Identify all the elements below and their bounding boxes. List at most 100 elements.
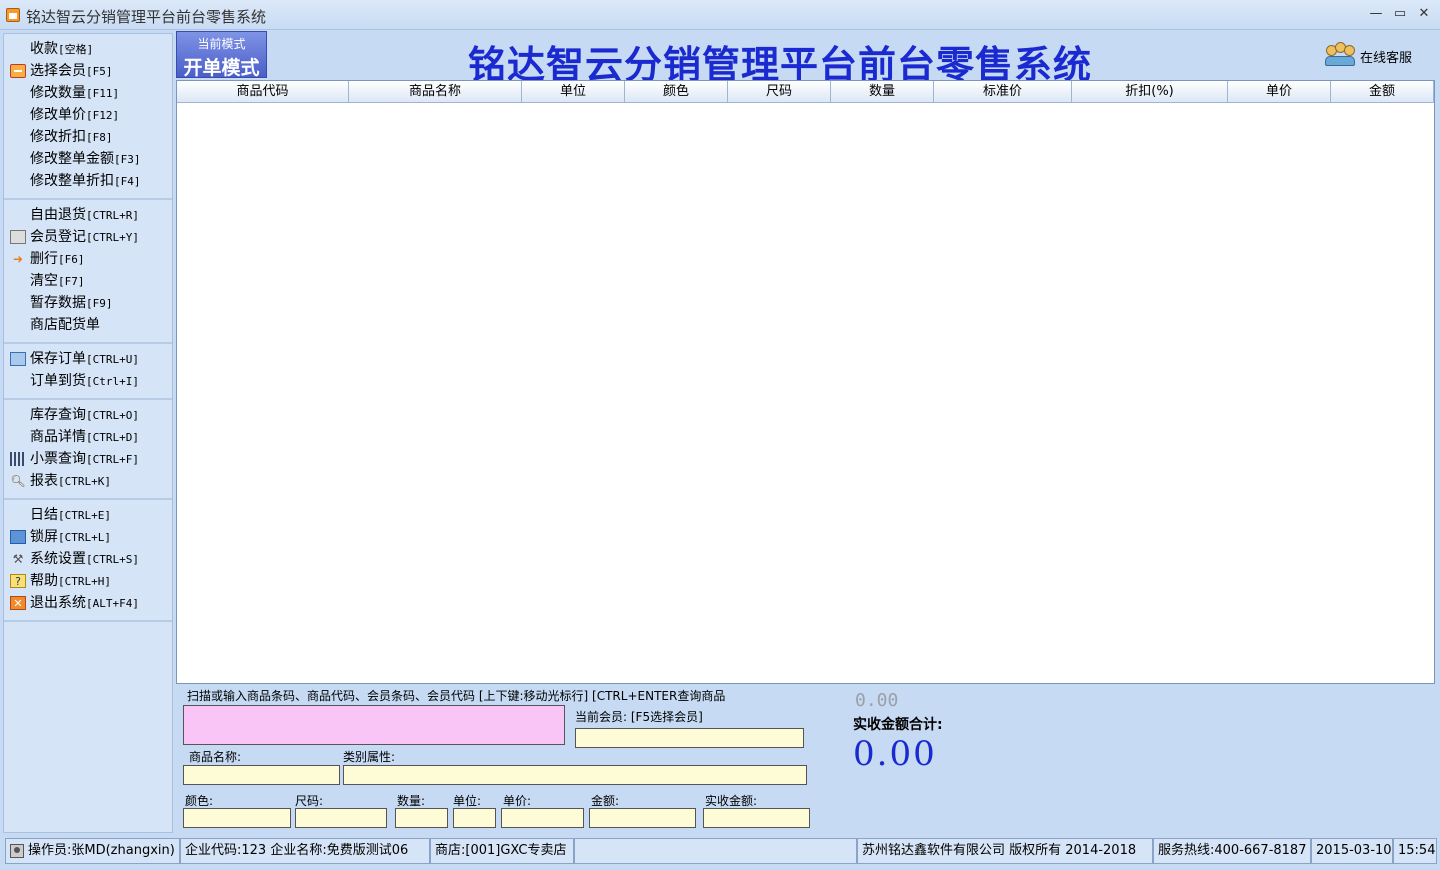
menu-group: 自由退货[CTRL+R] 会员登记[CTRL+Y] ➜ 删行[F6] 清空[F7] 暂存数… <box>4 200 172 344</box>
online-service-label: 在线客服 <box>1360 51 1413 66</box>
column-header[interactable]: 商品代码 <box>177 81 349 102</box>
menu-item[interactable]: 会员登记[CTRL+Y] <box>4 226 172 248</box>
menu-item-label: 会员登记 <box>30 229 86 245</box>
column-header[interactable]: 折扣(%) <box>1072 81 1228 102</box>
member-card-icon <box>10 64 26 78</box>
customer-service-icon <box>1324 42 1356 68</box>
current-member-field[interactable] <box>575 728 804 748</box>
column-header[interactable]: 尺码 <box>728 81 831 102</box>
menu-item[interactable]: 清空[F7] <box>4 270 172 292</box>
menu-item-shortcut: [F7] <box>58 275 85 288</box>
minimize-button[interactable]: — <box>1364 4 1388 24</box>
menu-item-shortcut: [CTRL+L] <box>58 531 111 544</box>
menu-item[interactable]: ➜ 删行[F6] <box>4 248 172 270</box>
menu-item[interactable]: 商品详情[CTRL+D] <box>4 426 172 448</box>
menu-item-shortcut: [ALT+F4] <box>86 597 139 610</box>
column-header[interactable]: 商品名称 <box>349 81 522 102</box>
column-header[interactable]: 单位 <box>522 81 625 102</box>
product-name-field[interactable] <box>183 765 340 785</box>
menu-item-label: 修改整单折扣 <box>30 173 114 189</box>
unit-field[interactable] <box>453 808 496 828</box>
menu-item[interactable]: 修改数量[F11] <box>4 82 172 104</box>
window-title: 铭达智云分销管理平台前台零售系统 <box>26 8 267 26</box>
menu-item[interactable]: 锁屏[CTRL+L] <box>4 526 172 548</box>
menu-item-shortcut: [CTRL+U] <box>86 353 139 366</box>
qty-label: 数量: <box>397 794 426 808</box>
amount-field[interactable] <box>589 808 696 828</box>
menu-item[interactable]: 选择会员[F5] <box>4 60 172 82</box>
monitor-icon <box>10 530 26 544</box>
column-header[interactable]: 单价 <box>1228 81 1331 102</box>
help-icon: ? <box>10 574 26 588</box>
size-label: 尺码: <box>295 794 324 808</box>
menu-item[interactable]: 🔍︎ 报表[CTRL+K] <box>4 470 172 492</box>
menu-item-shortcut: [CTRL+S] <box>86 553 139 566</box>
menu-item-label: 修改数量 <box>30 85 86 101</box>
status-company: 企业代码:123 企业名称:免费版测试06 <box>180 838 430 864</box>
menu-item[interactable]: 修改整单金额[F3] <box>4 148 172 170</box>
size-field[interactable] <box>295 808 387 828</box>
menu-item[interactable]: ? 帮助[CTRL+H] <box>4 570 172 592</box>
menu-item-shortcut: [CTRL+H] <box>58 575 111 588</box>
status-blank <box>574 838 857 864</box>
current-mode-badge[interactable]: 当前模式 开单模式 <box>176 31 267 79</box>
mode-value: 开单模式 <box>183 57 260 79</box>
menu-item[interactable]: 库存查询[CTRL+O] <box>4 404 172 426</box>
column-header[interactable]: 标准价 <box>934 81 1072 102</box>
menu-item[interactable]: 修改折扣[F8] <box>4 126 172 148</box>
operator-text: 操作员:张MD(zhangxin) <box>28 843 175 858</box>
menu-group: 库存查询[CTRL+O] 商品详情[CTRL+D] 小票查询[CTRL+F] 🔍︎ 报表… <box>4 400 172 500</box>
menu-item-label: 选择会员 <box>30 63 86 79</box>
amount-label: 金额: <box>591 794 620 808</box>
table-header: 商品代码 商品名称 单位 颜色 尺码 数量 标准价 折扣(%) 单价 金额 <box>177 81 1434 103</box>
menu-item-shortcut: [F3] <box>114 153 141 166</box>
menu-item-shortcut: [CTRL+K] <box>58 475 111 488</box>
price-field[interactable] <box>501 808 584 828</box>
menu-item[interactable]: 日结[CTRL+E] <box>4 504 172 526</box>
menu-item[interactable]: 自由退货[CTRL+R] <box>4 204 172 226</box>
price-label: 单价: <box>503 794 532 808</box>
menu-item-label: 暂存数据 <box>30 295 86 311</box>
app-icon <box>6 8 20 22</box>
scan-hint: 扫描或输入商品条码、商品代码、会员条码、会员代码 [上下键:移动光标行] [CT… <box>187 689 726 703</box>
menu-item-shortcut: [CTRL+Y] <box>86 231 139 244</box>
scan-input[interactable] <box>183 705 565 745</box>
mode-caption: 当前模式 <box>197 37 246 51</box>
menu-item-label: 修改折扣 <box>30 129 86 145</box>
column-header[interactable]: 颜色 <box>625 81 728 102</box>
status-time: 15:54 <box>1393 838 1437 864</box>
status-date: 2015-03-10 <box>1311 838 1393 864</box>
column-header[interactable]: 数量 <box>831 81 934 102</box>
menu-item[interactable]: 保存订单[CTRL+U] <box>4 348 172 370</box>
menu-item-shortcut: [F6] <box>58 253 85 266</box>
menu-group: 保存订单[CTRL+U] 订单到货[Ctrl+I] <box>4 344 172 400</box>
color-field[interactable] <box>183 808 291 828</box>
menu-item[interactable]: 修改单价[F12] <box>4 104 172 126</box>
menu-item[interactable]: 小票查询[CTRL+F] <box>4 448 172 470</box>
menu-item[interactable]: 收款[空格] <box>4 38 172 60</box>
status-hotline: 服务热线:400-667-8187 <box>1153 838 1311 864</box>
menu-item[interactable]: 修改整单折扣[F4] <box>4 170 172 192</box>
qty-field[interactable] <box>395 808 448 828</box>
menu-item[interactable]: 商店配货单 <box>4 314 172 336</box>
maximize-button[interactable]: ▭ <box>1388 4 1412 24</box>
save-icon <box>10 352 26 366</box>
menu-item-shortcut: [F4] <box>114 175 141 188</box>
category-field[interactable] <box>343 765 807 785</box>
exit-icon: ✕ <box>10 596 26 610</box>
menu-item[interactable]: ⚒ 系统设置[CTRL+S] <box>4 548 172 570</box>
close-button[interactable]: ✕ <box>1412 4 1436 24</box>
menu-item[interactable]: 暂存数据[F9] <box>4 292 172 314</box>
column-header[interactable]: 金额 <box>1331 81 1434 102</box>
status-store: 商店:[001]GXC专卖店 <box>430 838 574 864</box>
menu-item-label: 保存订单 <box>30 351 86 367</box>
id-card-icon <box>10 230 26 244</box>
menu-item-label: 修改单价 <box>30 107 86 123</box>
menu-item[interactable]: ✕ 退出系统[ALT+F4] <box>4 592 172 614</box>
actual-amount-field[interactable] <box>703 808 810 828</box>
total-received-value: 0.00 <box>853 734 937 774</box>
menu-item-label: 订单到货 <box>30 373 86 389</box>
product-table[interactable]: 商品代码 商品名称 单位 颜色 尺码 数量 标准价 折扣(%) 单价 金额 <box>176 80 1435 684</box>
menu-item-label: 小票查询 <box>30 451 86 467</box>
menu-item[interactable]: 订单到货[Ctrl+I] <box>4 370 172 392</box>
